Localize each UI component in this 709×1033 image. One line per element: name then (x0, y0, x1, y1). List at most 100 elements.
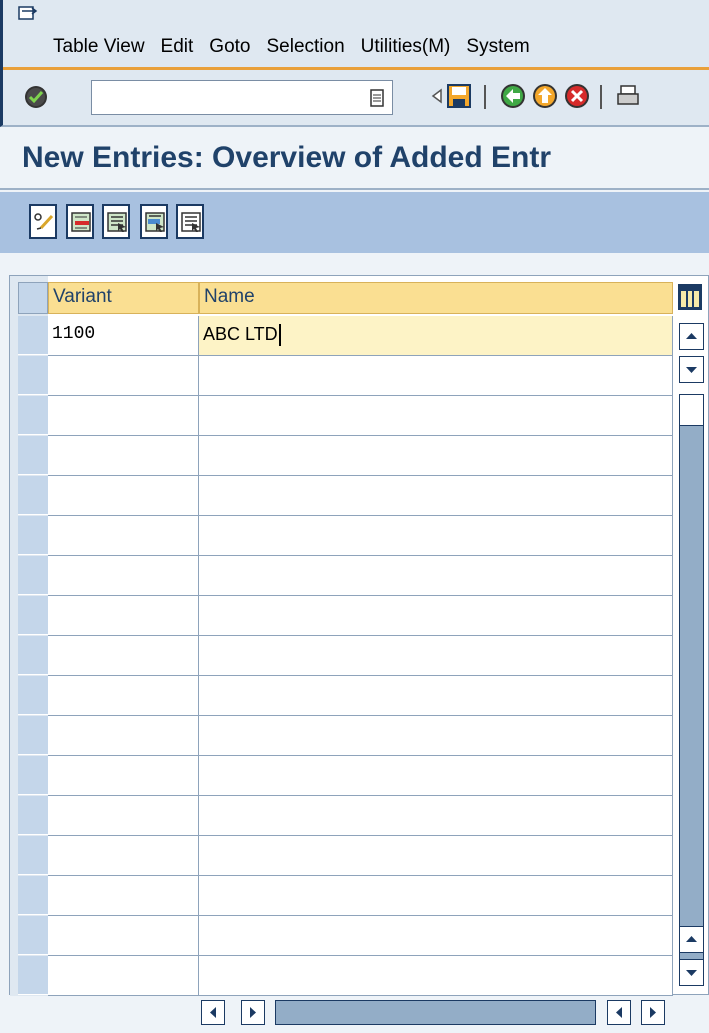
enter-check-icon[interactable] (23, 84, 49, 110)
row-selector[interactable] (18, 556, 48, 595)
cell-variant[interactable] (48, 596, 199, 636)
horizontal-scroll-track[interactable] (275, 1000, 596, 1025)
command-field[interactable] (91, 80, 393, 115)
scroll-left-button[interactable] (201, 1000, 225, 1025)
row-selector[interactable] (18, 516, 48, 555)
page-left-button[interactable] (607, 1000, 631, 1025)
cell-variant[interactable] (48, 796, 199, 836)
cell-name[interactable] (199, 636, 673, 676)
text-cursor (278, 324, 281, 347)
cell-variant[interactable] (48, 436, 199, 476)
menu-items: Table View Edit Goto Selection Utilities… (53, 36, 546, 58)
cell-name[interactable] (199, 596, 673, 636)
menu-selection[interactable]: Selection (267, 36, 345, 58)
cancel-icon[interactable] (563, 82, 591, 110)
menu-table-view[interactable]: Table View (53, 36, 145, 58)
cell-name[interactable] (199, 676, 673, 716)
cell-name[interactable] (199, 556, 673, 596)
table-settings-icon[interactable] (678, 284, 702, 310)
cell-name[interactable] (199, 516, 673, 556)
print-icon[interactable] (615, 82, 643, 110)
menu-goto[interactable]: Goto (209, 36, 250, 58)
column-header-variant[interactable]: Variant (48, 282, 199, 314)
deselect-all-button[interactable] (176, 204, 204, 239)
cell-name[interactable] (199, 396, 673, 436)
select-block-button[interactable] (140, 204, 168, 239)
table-row (10, 516, 680, 556)
cell-name[interactable] (199, 876, 673, 916)
row-selector[interactable] (18, 436, 48, 475)
cell-variant[interactable] (48, 756, 199, 796)
row-selector[interactable] (18, 676, 48, 715)
select-all-button[interactable] (102, 204, 130, 239)
vertical-scroll-track[interactable] (679, 394, 704, 962)
cell-variant[interactable] (48, 636, 199, 676)
cell-variant[interactable] (48, 836, 199, 876)
cell-variant[interactable] (48, 956, 199, 996)
document-icon[interactable] (370, 89, 384, 107)
scroll-down-button[interactable] (679, 356, 704, 383)
cell-variant[interactable] (48, 556, 199, 596)
cell-name[interactable] (199, 436, 673, 476)
menu-bar: Table View Edit Goto Selection Utilities… (0, 0, 709, 70)
exit-icon[interactable] (531, 82, 559, 110)
cell-variant[interactable] (48, 476, 199, 516)
page-right-button[interactable] (641, 1000, 665, 1025)
delete-button[interactable] (66, 204, 94, 239)
table-row (10, 756, 680, 796)
menu-system[interactable]: System (466, 36, 529, 58)
cell-name[interactable] (199, 796, 673, 836)
cell-name[interactable] (199, 356, 673, 396)
page-down-button[interactable] (679, 959, 704, 986)
cell-variant[interactable] (48, 916, 199, 956)
page-up-button[interactable] (679, 926, 704, 953)
row-selector[interactable] (18, 396, 48, 435)
save-icon[interactable] (445, 82, 473, 110)
cell-variant[interactable] (48, 716, 199, 756)
row-selector[interactable] (18, 956, 48, 995)
table-container: Variant Name 1100 ABC LTD (9, 275, 709, 1033)
cell-variant[interactable] (48, 396, 199, 436)
table-row (10, 556, 680, 596)
delete-icon (71, 212, 91, 232)
row-selector[interactable] (18, 596, 48, 635)
cell-variant[interactable] (48, 876, 199, 916)
column-header-name[interactable]: Name (199, 282, 673, 314)
cell-name[interactable] (199, 756, 673, 796)
cell-variant[interactable] (48, 356, 199, 396)
row-selector[interactable] (18, 756, 48, 795)
row-selector[interactable] (18, 916, 48, 955)
row-selector[interactable] (18, 716, 48, 755)
scroll-up-button[interactable] (679, 323, 704, 350)
back-icon[interactable] (499, 82, 527, 110)
change-display-button[interactable] (29, 204, 57, 239)
row-selector[interactable] (18, 796, 48, 835)
row-selector[interactable] (18, 836, 48, 875)
table-header-row: Variant Name (10, 282, 709, 314)
cell-variant[interactable] (48, 676, 199, 716)
menu-utilities[interactable]: Utilities(M) (361, 36, 451, 58)
cell-variant[interactable]: 1100 (48, 316, 199, 356)
menu-edit[interactable]: Edit (161, 36, 194, 58)
cell-variant[interactable] (48, 516, 199, 556)
cell-name[interactable]: ABC LTD (199, 316, 673, 356)
cell-name[interactable] (199, 836, 673, 876)
system-menu-icon[interactable] (18, 6, 38, 22)
table-row (10, 956, 680, 996)
cell-name[interactable] (199, 476, 673, 516)
cell-name[interactable] (199, 716, 673, 756)
row-selector[interactable] (18, 316, 48, 355)
cell-name[interactable] (199, 956, 673, 996)
table-row (10, 676, 680, 716)
row-selector[interactable] (18, 876, 48, 915)
scroll-right-button[interactable] (241, 1000, 265, 1025)
row-selector[interactable] (18, 356, 48, 395)
select-block-icon (145, 212, 165, 232)
row-selector[interactable] (18, 476, 48, 515)
command-input[interactable] (92, 81, 392, 114)
cell-name[interactable] (199, 916, 673, 956)
vertical-scroll-thumb[interactable] (680, 395, 703, 426)
row-selector[interactable] (18, 636, 48, 675)
vertical-scrollbar[interactable] (677, 316, 706, 996)
select-all-rows-button[interactable] (18, 282, 48, 314)
